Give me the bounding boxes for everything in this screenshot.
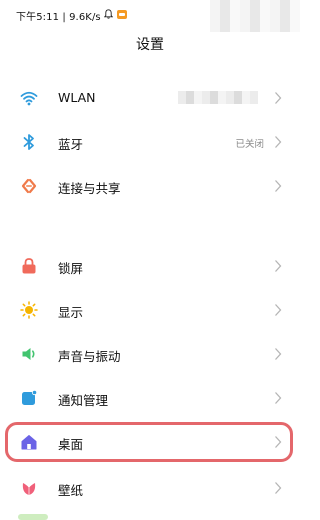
- partial-next-item-icon: [18, 514, 48, 520]
- share-link-icon: [21, 178, 37, 194]
- notification-icon: [22, 389, 38, 405]
- chevron-right-icon: [275, 304, 282, 316]
- settings-item-label: 壁纸: [58, 483, 84, 498]
- settings-item-lock-screen[interactable]: 锁屏: [0, 246, 300, 286]
- section-divider: [0, 216, 300, 238]
- wallpaper-icon: [22, 483, 36, 495]
- app-badge-icon: [117, 9, 127, 19]
- settings-item-sound-vibration[interactable]: 声音与振动: [0, 334, 300, 374]
- sound-icon: [22, 348, 35, 360]
- settings-item-label: 声音与振动: [58, 349, 121, 364]
- chevron-right-icon: [275, 392, 282, 404]
- chevron-right-icon: [275, 348, 282, 360]
- blurred-region: [210, 0, 300, 32]
- settings-item-label: 连接与共享: [58, 181, 121, 196]
- highlight-annotation: [5, 422, 293, 462]
- settings-item-label: 锁屏: [58, 261, 84, 276]
- bell-icon: [104, 9, 113, 19]
- sun-icon: [20, 301, 38, 319]
- settings-item-notifications[interactable]: 通知管理: [0, 378, 300, 418]
- bluetooth-icon: [23, 134, 34, 150]
- settings-item-display[interactable]: 显示: [0, 290, 300, 330]
- settings-item-label: WLAN: [58, 90, 96, 105]
- status-bar-text: 下午5:11 | 9.6K/s: [16, 12, 101, 23]
- chevron-right-icon: [275, 260, 282, 272]
- settings-item-label: 显示: [58, 305, 84, 320]
- chevron-right-icon: [275, 136, 282, 148]
- settings-item-connection-sharing[interactable]: 连接与共享: [0, 166, 300, 206]
- settings-item-value: 已关闭: [235, 139, 264, 150]
- chevron-right-icon: [275, 180, 282, 192]
- wlan-network-name-blurred: [178, 91, 258, 104]
- wifi-icon: [20, 91, 38, 106]
- settings-item-wallpaper[interactable]: 壁纸: [0, 468, 300, 508]
- lock-icon: [22, 258, 36, 274]
- page-title: 设置: [136, 37, 164, 53]
- settings-item-label: 蓝牙: [58, 137, 84, 152]
- settings-item-label: 通知管理: [58, 393, 109, 408]
- chevron-right-icon: [275, 92, 282, 104]
- chevron-right-icon: [275, 482, 282, 494]
- status-icons: [104, 9, 127, 19]
- settings-item-bluetooth[interactable]: 蓝牙 已关闭: [0, 122, 300, 162]
- settings-item-wlan[interactable]: WLAN: [0, 78, 300, 118]
